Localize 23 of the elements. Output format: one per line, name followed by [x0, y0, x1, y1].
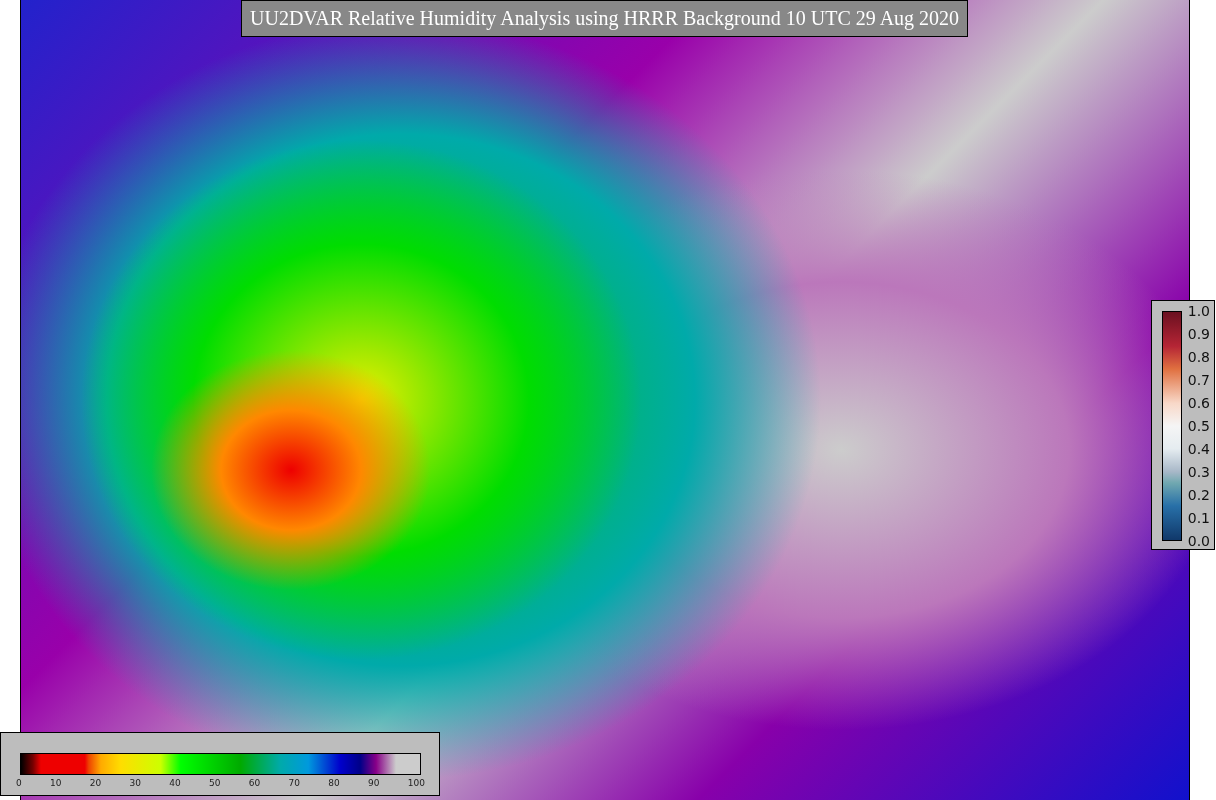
- tick-label: 0.1: [1187, 510, 1210, 526]
- tick-label: 0.8: [1187, 349, 1210, 365]
- tick-label: 0.2: [1187, 487, 1210, 503]
- tick-label: 90: [368, 778, 380, 788]
- tick-label: 0.0: [1187, 533, 1210, 549]
- tick-label: 20: [89, 778, 102, 788]
- tick-label: 1.0: [1187, 303, 1210, 319]
- tick-label: 0.9: [1187, 326, 1210, 342]
- tick-label: 70: [288, 778, 300, 788]
- tick-label: 0: [16, 778, 22, 788]
- tick-label: 40: [169, 778, 181, 788]
- tick-label: 100: [407, 778, 425, 788]
- map-title: UU2DVAR Relative Humidity Analysis using HRRR Background 10 UTC 29 Aug 2020: [241, 0, 969, 37]
- tick-label: 60: [248, 778, 261, 788]
- tick-label: 0.4: [1187, 441, 1210, 457]
- tick-label: 30: [129, 778, 141, 788]
- tick-label: 0.3: [1187, 464, 1210, 480]
- tick-label: 0.6: [1187, 395, 1210, 411]
- tick-label: 50: [209, 778, 221, 788]
- tick-label: 0.7: [1187, 372, 1210, 388]
- tick-label: 80: [328, 778, 340, 788]
- tick-label: 0.5: [1187, 418, 1210, 434]
- tick-label: 10: [50, 778, 62, 788]
